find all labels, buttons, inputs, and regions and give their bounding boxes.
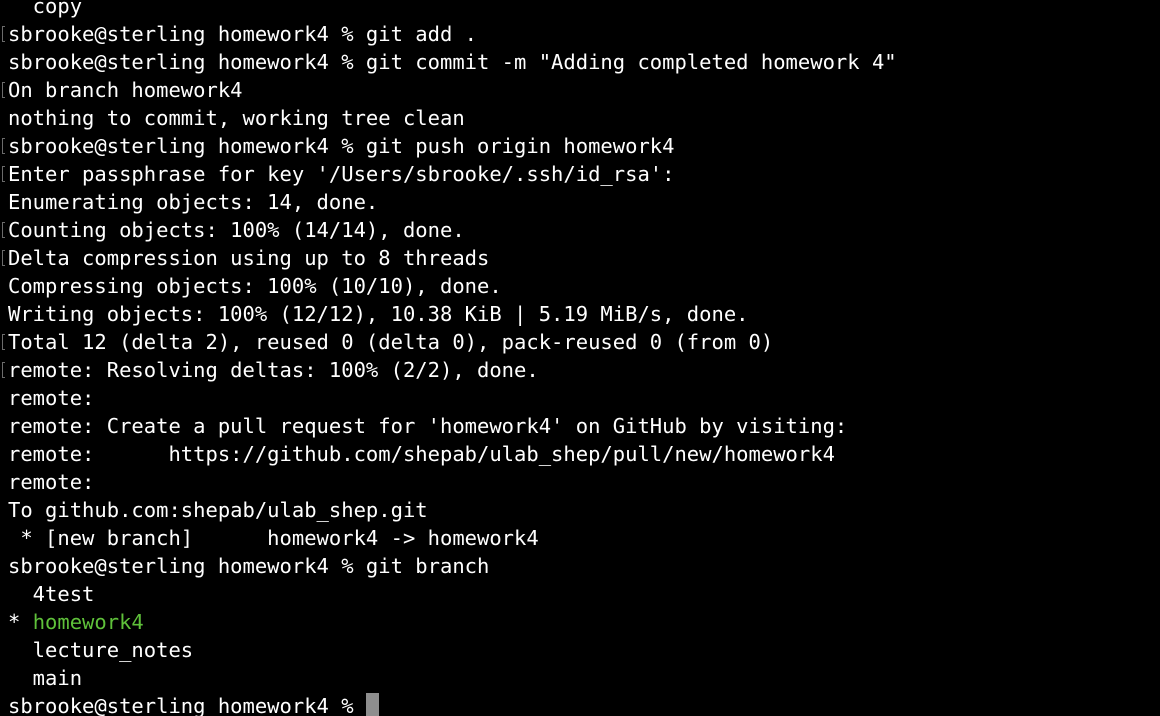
terminal-line: sbrooke@sterling homework4 % git commit … xyxy=(8,48,1160,76)
terminal-line-text: remote: xyxy=(8,386,95,410)
terminal-line-text: 4test xyxy=(8,582,95,606)
branch-list-item-current: * homework4 xyxy=(8,608,1160,636)
terminal-line-text: Writing objects: 100% (12/12), 10.38 KiB… xyxy=(8,302,749,326)
terminal-line: Compressing objects: 100% (10/10), done. xyxy=(8,272,1160,300)
terminal-line: Writing objects: 100% (12/12), 10.38 KiB… xyxy=(8,300,1160,328)
terminal-line: Enter passphrase for key '/Users/sbrooke… xyxy=(2,160,1160,188)
terminal-line-text: Total 12 (delta 2), reused 0 (delta 0), … xyxy=(8,330,774,354)
line-marker-bracket xyxy=(2,362,5,378)
terminal-line-text: Compressing objects: 100% (10/10), done. xyxy=(8,274,502,298)
branch-list-item: lecture_notes xyxy=(8,636,1160,664)
terminal-line: sbrooke@sterling homework4 % git push or… xyxy=(2,132,1160,160)
current-branch-name: homework4 xyxy=(32,610,144,634)
terminal-line: remote: Create a pull request for 'homew… xyxy=(8,412,1160,440)
shell-prompt: sbrooke@sterling homework4 % xyxy=(8,694,366,716)
terminal-line: 4test xyxy=(8,580,1160,608)
terminal-line-text: * [new branch] homework4 -> homework4 xyxy=(8,526,539,550)
terminal-line: sbrooke@sterling homework4 % git add . xyxy=(2,20,1160,48)
terminal-line: sbrooke@sterling homework4 % git branch xyxy=(8,552,1160,580)
line-marker-bracket xyxy=(2,138,5,154)
branch-name-text: lecture_notes xyxy=(8,638,194,662)
line-marker-bracket xyxy=(2,26,5,42)
terminal-line: copy xyxy=(8,0,1160,20)
terminal-line: Enumerating objects: 14, done. xyxy=(8,188,1160,216)
line-marker-bracket xyxy=(2,82,5,98)
terminal-line-text: sbrooke@sterling homework4 % git branch xyxy=(8,554,490,578)
terminal-line: remote: https://github.com/shepab/ulab_s… xyxy=(8,440,1160,468)
terminal-line: Counting objects: 100% (14/14), done. xyxy=(2,216,1160,244)
terminal-line-text: remote: https://github.com/shepab/ulab_s… xyxy=(8,442,835,466)
terminal-line-text: Enumerating objects: 14, done. xyxy=(8,190,379,214)
terminal-line-text: sbrooke@sterling homework4 % git push or… xyxy=(8,134,675,158)
terminal-line: To github.com:shepab/ulab_shep.git xyxy=(8,496,1160,524)
branch-list-item: main xyxy=(8,664,1160,692)
terminal-line-text: remote: Create a pull request for 'homew… xyxy=(8,414,848,438)
terminal-line-text: To github.com:shepab/ulab_shep.git xyxy=(8,498,428,522)
terminal-output: copy sbrooke@sterling homework4 % git add… xyxy=(2,0,1160,716)
prompt-line[interactable]: sbrooke@sterling homework4 % xyxy=(8,692,1160,716)
current-branch-marker: * xyxy=(8,610,33,634)
terminal-window[interactable]: copy sbrooke@sterling homework4 % git add… xyxy=(0,0,1160,716)
terminal-line-text: copy xyxy=(8,0,83,18)
terminal-line-text: remote: Resolving deltas: 100% (2/2), do… xyxy=(8,358,539,382)
terminal-line: Delta compression using up to 8 threads xyxy=(2,244,1160,272)
terminal-line-text: sbrooke@sterling homework4 % git commit … xyxy=(8,50,897,74)
text-cursor xyxy=(365,693,379,716)
terminal-line: remote: xyxy=(8,384,1160,412)
terminal-line: remote: Resolving deltas: 100% (2/2), do… xyxy=(2,356,1160,384)
line-marker-bracket xyxy=(2,334,5,350)
terminal-line-text: Counting objects: 100% (14/14), done. xyxy=(8,218,465,242)
terminal-line-text: nothing to commit, working tree clean xyxy=(8,106,465,130)
line-marker-bracket xyxy=(2,166,5,182)
terminal-line-text: Delta compression using up to 8 threads xyxy=(8,246,490,270)
line-marker-bracket xyxy=(2,250,5,266)
branch-name-text: main xyxy=(8,666,83,690)
terminal-line-text: Enter passphrase for key '/Users/sbrooke… xyxy=(8,162,675,186)
terminal-line: * [new branch] homework4 -> homework4 xyxy=(8,524,1160,552)
terminal-line-text: remote: xyxy=(8,470,95,494)
terminal-line-text: sbrooke@sterling homework4 % git add . xyxy=(8,22,477,46)
terminal-line-text: On branch homework4 xyxy=(8,78,243,102)
terminal-line: remote: xyxy=(8,468,1160,496)
line-marker-bracket xyxy=(2,222,5,238)
terminal-line: Total 12 (delta 2), reused 0 (delta 0), … xyxy=(2,328,1160,356)
terminal-line: nothing to commit, working tree clean xyxy=(8,104,1160,132)
terminal-line: On branch homework4 xyxy=(2,76,1160,104)
